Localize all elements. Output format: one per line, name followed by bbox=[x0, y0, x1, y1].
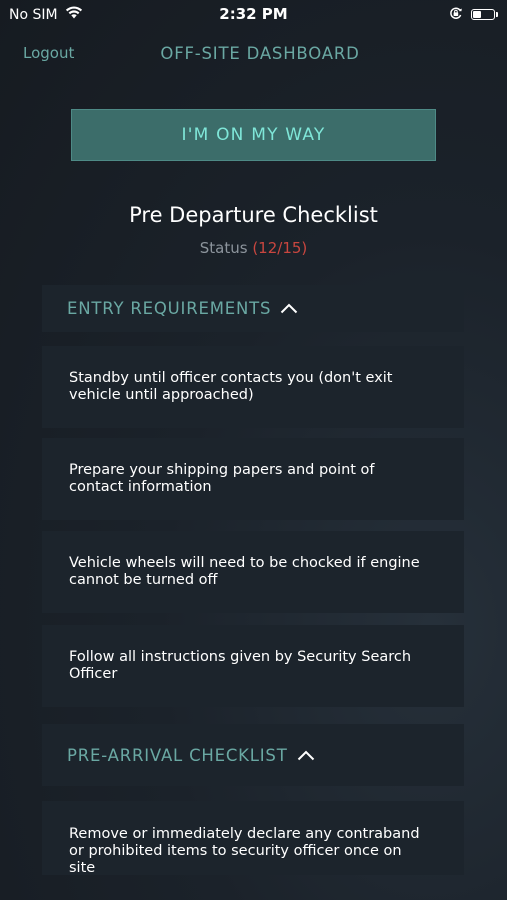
section-header-entry-requirements[interactable]: ENTRY REQUIREMENTS bbox=[42, 285, 464, 332]
section-title: ENTRY REQUIREMENTS bbox=[67, 299, 272, 318]
chevron-up-icon bbox=[280, 299, 298, 318]
checklist-item[interactable]: Remove or immediately declare any contra… bbox=[42, 801, 464, 875]
status-right-group bbox=[449, 5, 498, 24]
checklist-item[interactable]: Standby until officer contacts you (don'… bbox=[42, 346, 464, 428]
status-count: (12/15) bbox=[252, 239, 308, 257]
checklist-status: Status (12/15) bbox=[0, 239, 507, 257]
checklist-item[interactable]: Vehicle wheels will need to be chocked i… bbox=[42, 531, 464, 613]
battery-icon bbox=[471, 9, 495, 20]
battery-tip bbox=[496, 12, 498, 17]
checklist-item-text: Follow all instructions given by Securit… bbox=[69, 649, 412, 682]
section-title: PRE-ARRIVAL CHECKLIST bbox=[67, 745, 288, 765]
status-bar: No SIM 2:32 PM bbox=[0, 0, 507, 28]
checklist-item-text: Standby until officer contacts you (don'… bbox=[69, 370, 393, 403]
checklist-item-text: Prepare your shipping papers and point o… bbox=[69, 462, 375, 495]
chevron-up-icon bbox=[297, 746, 315, 765]
page-title: OFF-SITE DASHBOARD bbox=[160, 44, 360, 63]
on-my-way-button[interactable]: I'M ON MY WAY bbox=[71, 109, 436, 161]
checklist-item[interactable]: Follow all instructions given by Securit… bbox=[42, 625, 464, 707]
on-my-way-button-label: I'M ON MY WAY bbox=[181, 125, 326, 145]
checklist-item-text: Remove or immediately declare any contra… bbox=[69, 826, 420, 875]
section-header-pre-arrival-checklist[interactable]: PRE-ARRIVAL CHECKLIST bbox=[42, 724, 464, 786]
checklist-title: Pre Departure Checklist bbox=[129, 203, 378, 227]
battery-level bbox=[473, 11, 481, 18]
clock: 2:32 PM bbox=[219, 5, 288, 23]
status-label: Status bbox=[199, 239, 248, 257]
checklist-item-text: Vehicle wheels will need to be chocked i… bbox=[69, 555, 420, 588]
checklist-item[interactable]: Prepare your shipping papers and point o… bbox=[42, 438, 464, 520]
orientation-lock-icon bbox=[449, 5, 463, 24]
